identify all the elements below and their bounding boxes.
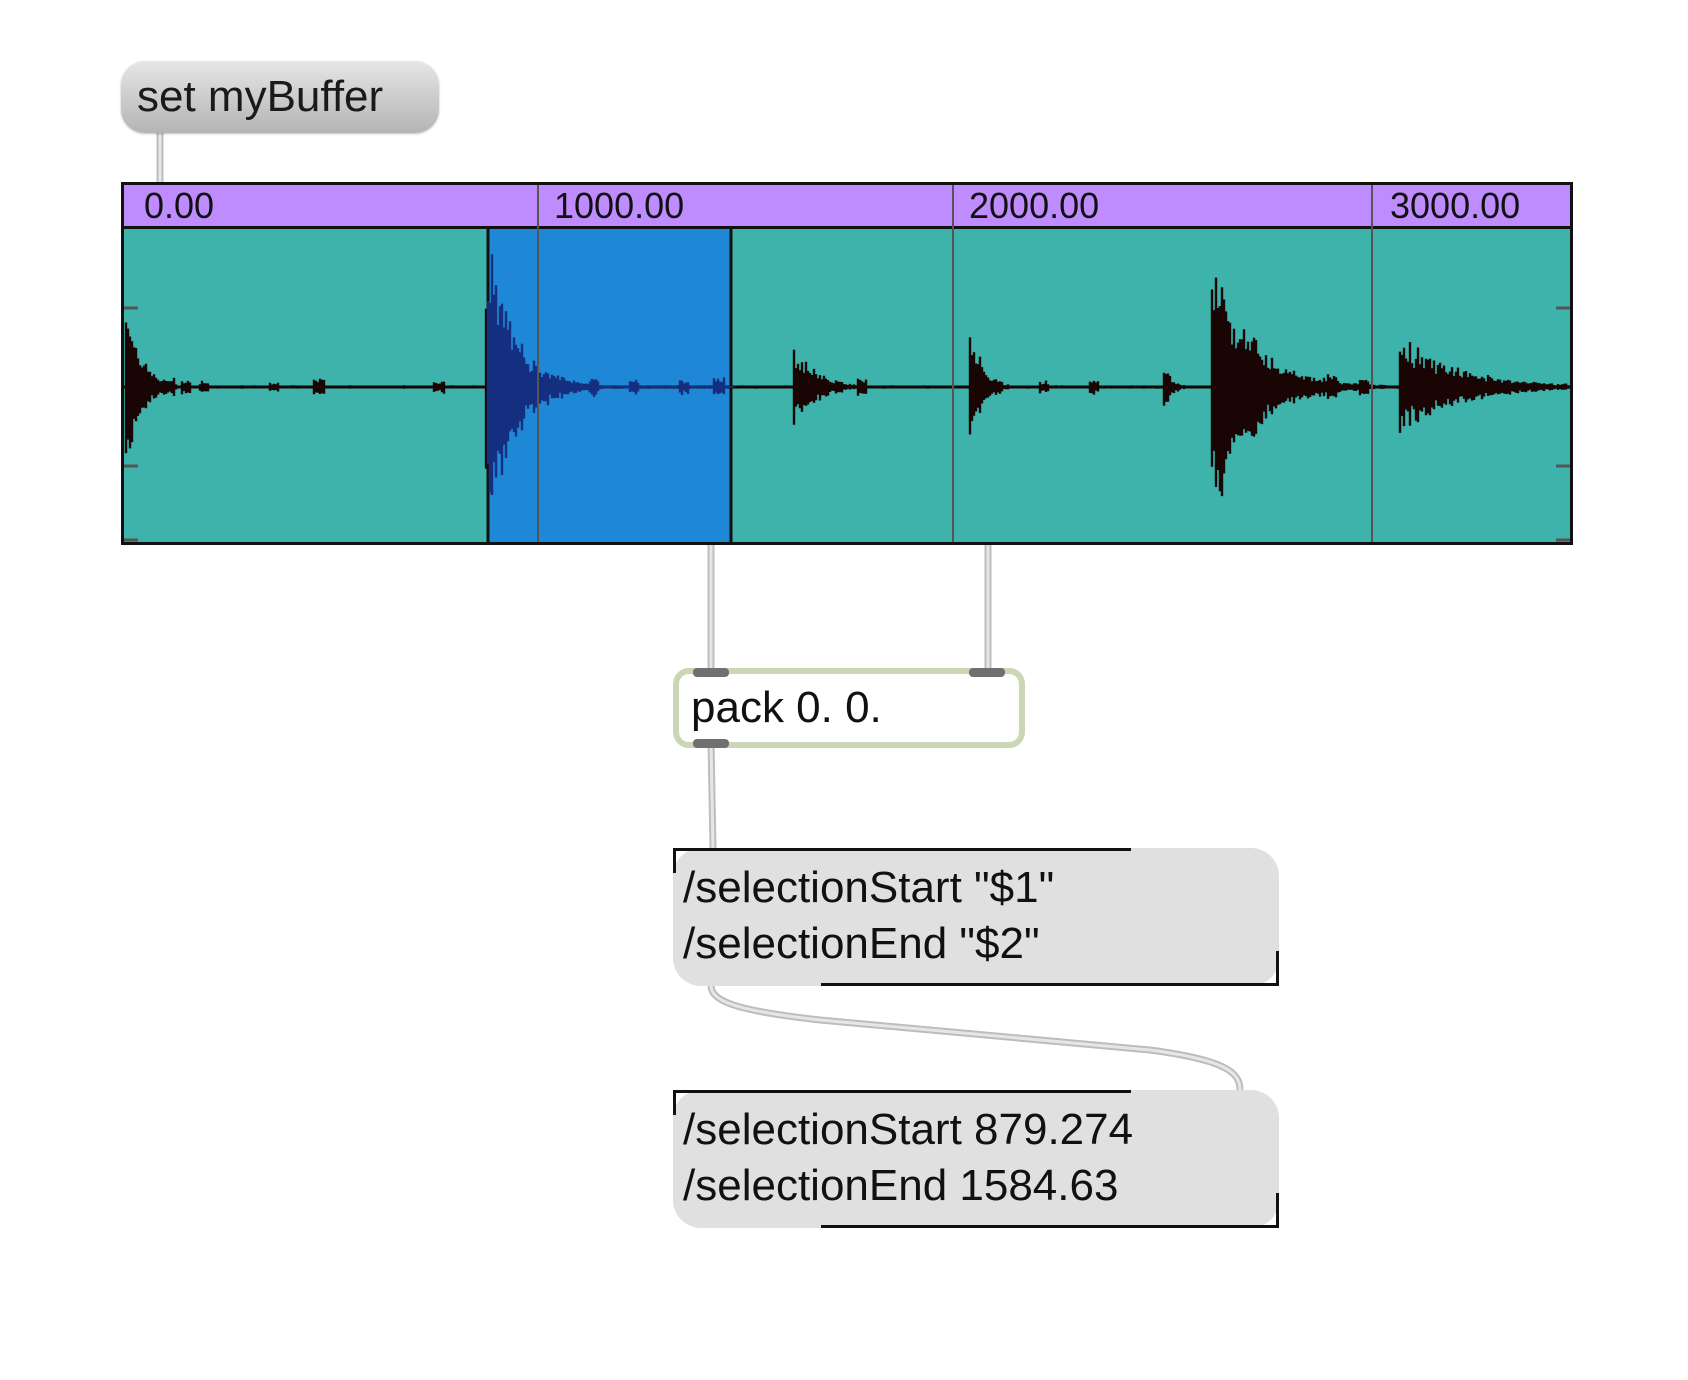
template-line-selection-start: /selectionStart "$1" <box>683 863 1055 912</box>
pack-object-label: pack 0. 0. <box>691 683 882 732</box>
set-buffer-message-button[interactable]: set myBuffer <box>121 61 439 133</box>
time-ruler[interactable]: 0.00 1000.00 2000.00 3000.00 <box>124 185 1570 229</box>
ruler-label-1000: 1000.00 <box>554 185 685 226</box>
waveform-samples <box>124 277 1570 497</box>
template-line-selection-end: /selectionEnd "$2" <box>683 919 1040 968</box>
template-message-box[interactable]: /selectionStart "$1" /selectionEnd "$2" <box>673 848 1279 986</box>
ruler-label-3000: 3000.00 <box>1390 185 1521 226</box>
waveform-trace <box>124 254 1570 497</box>
pack-inlet-right[interactable] <box>969 668 1005 677</box>
ruler-tick-1000 <box>537 185 539 229</box>
set-buffer-message-label: set myBuffer <box>137 72 384 121</box>
ruler-tick-3000 <box>1371 185 1373 229</box>
output-message-box[interactable]: /selectionStart 879.274 /selectionEnd 15… <box>673 1090 1279 1228</box>
output-line-selection-start: /selectionStart 879.274 <box>683 1105 1134 1154</box>
ruler-label-0: 0.00 <box>144 185 215 226</box>
pack-outlet[interactable] <box>693 739 729 748</box>
pack-inlet-left[interactable] <box>693 668 729 677</box>
ruler-label-2000: 2000.00 <box>969 185 1100 226</box>
waveform-plot[interactable] <box>124 229 1570 545</box>
ruler-tick-2000 <box>952 185 954 229</box>
amplitude-ticks <box>124 306 1570 542</box>
pack-object[interactable]: pack 0. 0. <box>673 668 1025 748</box>
output-line-selection-end: /selectionEnd 1584.63 <box>683 1161 1119 1210</box>
waveform-display[interactable]: 0.00 1000.00 2000.00 3000.00 <box>121 182 1573 545</box>
